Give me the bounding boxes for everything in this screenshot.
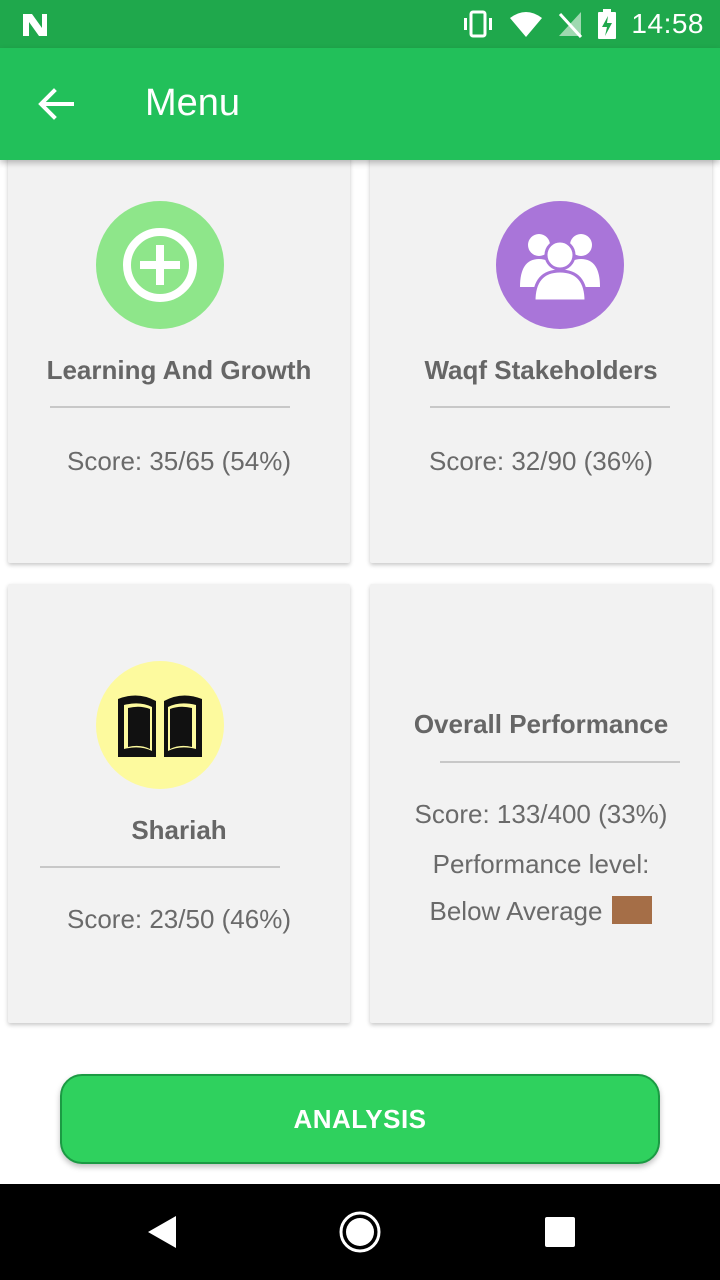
card-title: Waqf Stakeholders [424,355,658,385]
status-time: 14:58 [631,8,704,39]
overall-score: Score: 133/400 (33%) [414,799,668,829]
nav-back-button[interactable] [140,1208,188,1256]
card-title: Learning And Growth [46,355,312,385]
card-learning-and-growth[interactable]: Learning And Growth Score: 35/65 (54%) [8,150,350,563]
card-title: Shariah [131,815,227,845]
card-overall-performance[interactable]: Overall Performance Score: 133/400 (33%)… [370,584,712,1023]
group-icon [520,234,600,303]
card-divider [40,866,280,868]
status-bar: 14:58 [0,0,720,48]
back-arrow-icon[interactable] [36,84,76,124]
nav-recents-button[interactable] [536,1208,584,1256]
vibrate-icon [464,10,493,38]
battery-charging-icon [598,9,617,39]
book-icon [118,695,202,757]
card-score: Score: 32/90 (36%) [428,446,653,476]
nav-back-triangle-icon [148,1216,176,1248]
nav-recents-square-icon [545,1217,575,1247]
card-shariah[interactable]: Shariah Score: 23/50 (46%) [8,584,350,1023]
wifi-icon [510,12,543,37]
no-signal-icon [559,12,583,38]
card-divider [440,761,680,763]
nav-home-button[interactable] [336,1208,384,1256]
shariah-icon-circle [96,661,224,789]
learning-icon-circle [96,201,224,329]
nav-home-circle-icon [339,1211,381,1253]
card-score: Score: 35/65 (54%) [66,446,291,476]
performance-level-swatch [612,896,653,925]
navigation-bar [0,1184,720,1280]
overall-title: Overall Performance [413,709,669,739]
card-score: Score: 23/50 (46%) [66,904,291,934]
card-divider [50,406,290,408]
analysis-button[interactable]: ANALYSIS [60,1074,660,1164]
notification-n-icon [23,14,47,36]
app-bar: Menu [0,48,720,160]
performance-level-label: Performance level: [432,849,650,879]
card-divider [430,406,670,408]
plus-circle-icon [123,228,197,302]
page-title: Menu [145,82,241,124]
performance-level-row: Below Average [370,896,712,927]
performance-level-value: Below Average [429,896,603,926]
stakeholders-icon-circle [496,201,624,329]
card-waqf-stakeholders[interactable]: Waqf Stakeholders Score: 32/90 (36%) [370,150,712,563]
